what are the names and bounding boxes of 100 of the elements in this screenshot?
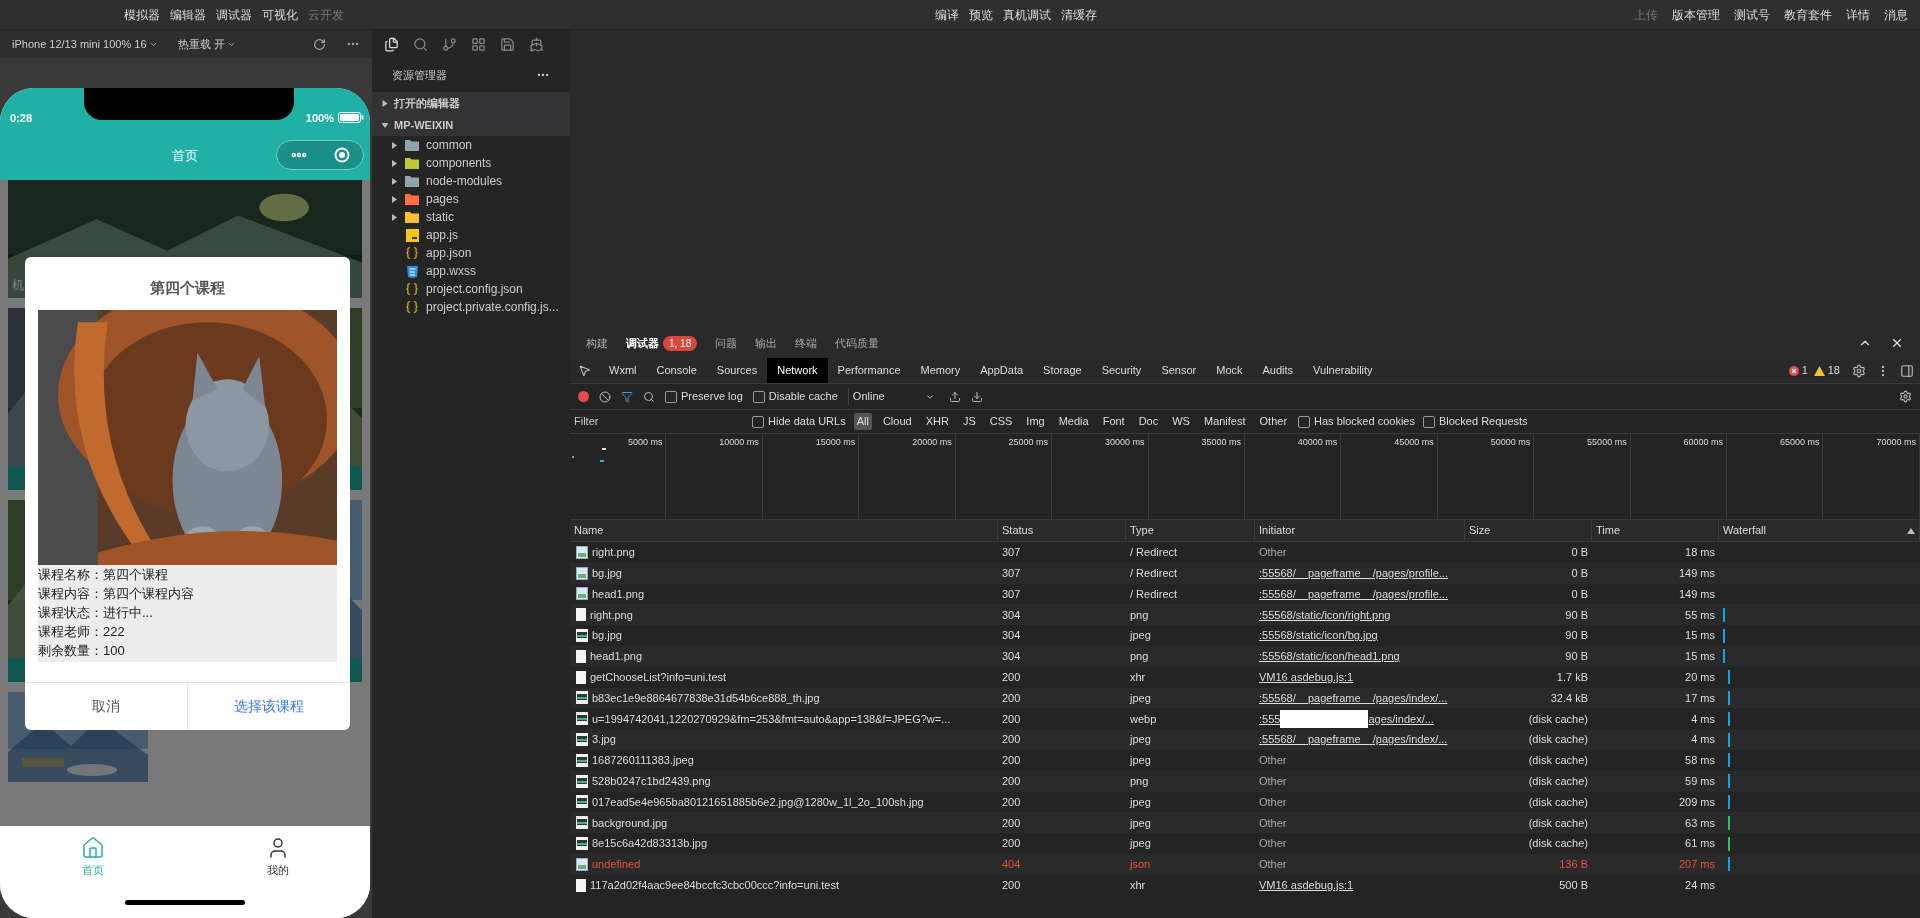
menu-item[interactable]: 调试器 [216, 5, 252, 24]
panel-tab[interactable]: Security [1091, 358, 1152, 383]
panel-tab[interactable]: Sources [706, 358, 768, 383]
panel-tab[interactable]: Audits [1252, 358, 1304, 383]
files-icon[interactable] [384, 36, 399, 52]
initiator-link[interactable]: :55568/static/icon/bg.jpg [1259, 627, 1378, 644]
filter-icon[interactable] [621, 390, 633, 403]
tree-item[interactable]: app.wxss [372, 262, 570, 280]
search-icon[interactable] [643, 390, 655, 403]
column-header[interactable]: Name [570, 520, 998, 541]
section-header[interactable]: MP-WEIXIN [372, 114, 570, 136]
tab-bar-item[interactable]: 我的 [185, 826, 370, 888]
initiator-link[interactable]: :555 [1259, 710, 1281, 727]
panel-tab[interactable]: Storage [1033, 358, 1092, 383]
menu-item[interactable]: 预览 [969, 5, 993, 24]
target-icon[interactable] [334, 147, 350, 163]
throttle-select[interactable]: Online [847, 388, 939, 405]
tree-item[interactable]: common [372, 136, 570, 154]
menu-item[interactable]: 详情 [1846, 5, 1870, 24]
initiator-link[interactable]: :55568/__pageframe__/pages/index/... [1259, 689, 1448, 707]
column-header[interactable]: Time [1592, 520, 1719, 541]
type-filter[interactable]: CSS [986, 413, 1016, 430]
menu-item[interactable]: 版本管理 [1672, 5, 1720, 24]
drawer-tab[interactable]: 构建 [586, 334, 608, 352]
inspect-icon[interactable] [578, 364, 591, 377]
record-button[interactable] [578, 391, 589, 402]
type-filter[interactable]: Media [1055, 413, 1092, 430]
request-row[interactable]: 3.jpg 200 jpeg :55568/__pageframe__/pages/index/... (disk cache) 4 ms [570, 729, 1920, 750]
checkbox[interactable] [752, 415, 764, 428]
type-filter[interactable]: WS [1169, 413, 1193, 430]
menu-item[interactable]: 真机调试 [1003, 5, 1051, 24]
menu-item[interactable]: 编辑器 [170, 5, 206, 24]
initiator-link[interactable]: VM16 asdebug.js:1 [1259, 668, 1354, 686]
tree-item[interactable]: project.private.config.js... [372, 298, 570, 316]
panel-tab[interactable]: Vulnerability [1303, 358, 1383, 383]
grid-icon[interactable] [471, 36, 486, 52]
column-header[interactable]: Status [998, 520, 1126, 541]
request-row[interactable]: head1.png 304 png :55568/static/icon/head1.png 90 B 15 ms [570, 646, 1920, 667]
request-row[interactable]: right.png 304 png :55568/static/icon/right.png 90 B 55 ms [570, 604, 1920, 626]
type-filter[interactable]: XHR [922, 413, 952, 430]
panel-tab[interactable]: Sensor [1151, 358, 1207, 383]
initiator-link[interactable]: :55568/__pageframe__/pages/index/... [1259, 731, 1448, 748]
filter-field[interactable]: Filter [574, 413, 744, 430]
clear-icon[interactable] [599, 390, 611, 403]
type-filter[interactable]: Other [1256, 413, 1291, 430]
initiator-link[interactable]: VM16 asdebug.js:1 [1259, 876, 1354, 894]
type-filter[interactable]: Doc [1135, 413, 1162, 430]
branch-icon[interactable] [442, 36, 457, 52]
search-icon[interactable] [413, 36, 428, 52]
confirm-button[interactable]: 选择该课程 [188, 682, 350, 730]
drawer-tab[interactable]: 终端 [795, 334, 818, 352]
capsule-menu[interactable] [276, 140, 364, 170]
column-header[interactable]: Waterfall [1719, 520, 1920, 541]
cancel-button[interactable]: 取消 [25, 682, 188, 730]
request-row[interactable]: 528b0247c1bd2439.png 200 png Other (disk cache) 59 ms [570, 770, 1920, 792]
checkbox[interactable] [1298, 415, 1311, 428]
drawer-tab[interactable]: 调试器 1, 18 [626, 334, 698, 352]
section-header[interactable]: 打开的编辑器 [372, 92, 570, 114]
initiator-link[interactable]: :55568/static/icon/head1.png [1259, 648, 1400, 665]
initiator-link[interactable]: :55568/__pageframe__/pages/profile... [1259, 585, 1448, 603]
type-filter[interactable]: Font [1099, 413, 1128, 430]
menu-item[interactable]: 清缓存 [1061, 5, 1097, 24]
type-filter[interactable]: All [853, 413, 872, 430]
close-icon[interactable] [1890, 336, 1904, 350]
type-filter[interactable]: Img [1023, 413, 1048, 430]
column-header[interactable]: Initiator [1255, 520, 1465, 541]
type-filter[interactable]: JS [959, 413, 979, 430]
checkbox[interactable] [1422, 415, 1435, 428]
menu-item[interactable]: 可视化 [262, 5, 298, 24]
tree-item[interactable]: components [372, 154, 570, 172]
device-selector[interactable]: iPhone 12/13 mini 100% 16 [12, 35, 158, 53]
menu-item[interactable]: 测试号 [1734, 5, 1770, 24]
menu-item[interactable]: 模拟器 [124, 5, 160, 24]
hot-reload-toggle[interactable]: 热重载 开 [177, 35, 236, 53]
tree-item[interactable]: static [372, 208, 570, 226]
tree-item[interactable]: app.js [372, 226, 570, 244]
menu-item[interactable]: 编译 [935, 5, 959, 24]
drawer-tab[interactable]: 输出 [755, 334, 778, 352]
request-row[interactable]: undefined 404 json Other 136 B 207 ms [570, 853, 1920, 875]
drawer-tab[interactable]: 代码质量 [835, 334, 880, 352]
checkbox[interactable] [752, 390, 765, 403]
download-icon[interactable] [970, 390, 983, 403]
panel-tab[interactable]: Memory [910, 358, 971, 383]
tree-item[interactable]: pages [372, 190, 570, 208]
type-filter[interactable]: Cloud [879, 413, 915, 430]
panel-tab[interactable]: Mock [1206, 358, 1253, 383]
checkbox[interactable] [665, 390, 677, 403]
upload-icon[interactable] [948, 390, 961, 403]
panel-tab[interactable]: AppData [970, 358, 1034, 383]
settings-icon[interactable] [1899, 390, 1912, 403]
rotate-icon[interactable] [313, 37, 326, 51]
tree-item[interactable]: app.json [372, 244, 570, 262]
tree-item[interactable]: project.config.json [372, 280, 570, 298]
menu-item[interactable]: 消息 [1884, 5, 1908, 24]
initiator-link[interactable]: :55568/static/icon/right.png [1259, 606, 1391, 624]
ship-icon[interactable] [529, 36, 544, 52]
column-header[interactable]: Size [1465, 520, 1592, 541]
request-row[interactable]: bg.jpg 307 / Redirect :55568/__pageframe__/pages/profile... 0 B 149 ms [570, 562, 1920, 584]
column-header[interactable]: Type [1126, 520, 1255, 541]
request-row[interactable]: b83ec1e9e8864677838e31d54b6ce888_th.jpg 200 jpeg :55568/__pageframe__/pages/index/... 32.4 kB 17 ms [570, 687, 1920, 709]
